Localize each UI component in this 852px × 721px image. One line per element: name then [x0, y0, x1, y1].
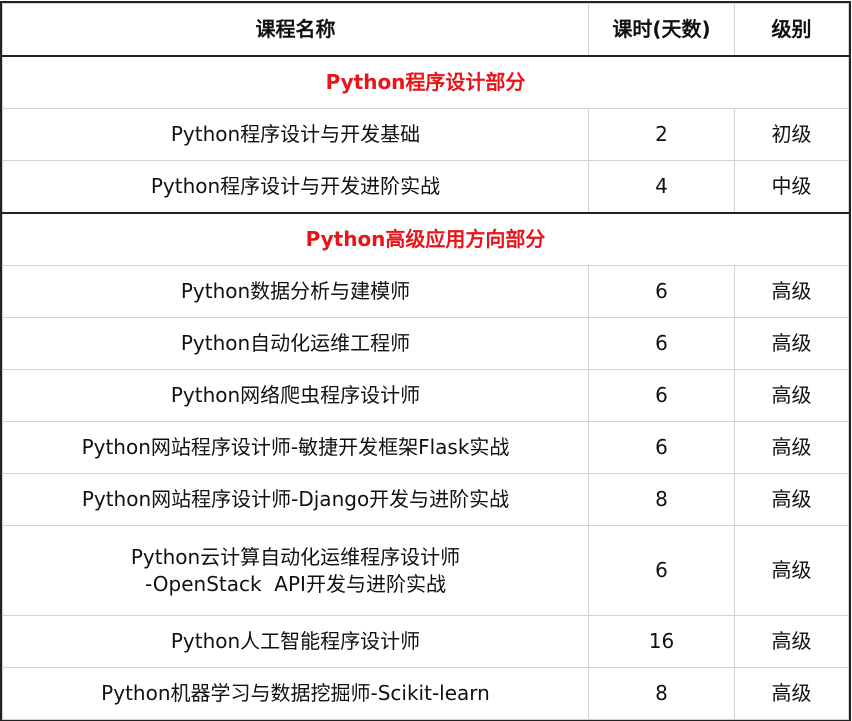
table-row: Python云计算自动化运维程序设计师 -OpenStack API开发与进阶实… — [2, 525, 849, 616]
table-row: Python网站程序设计师-Django开发与进阶实战 8 高级 — [2, 473, 849, 526]
course-name: Python云计算自动化运维程序设计师 -OpenStack API开发与进阶实… — [2, 525, 589, 616]
course-days: 6 — [588, 421, 735, 474]
table-row: Python网络爬虫程序设计师 6 高级 — [2, 369, 849, 422]
table-row: Python程序设计与开发基础 2 初级 — [2, 108, 849, 161]
table-row: Python数据分析与建模师 6 高级 — [2, 265, 849, 318]
course-name-line: -OpenStack API开发与进阶实战 — [145, 571, 446, 596]
course-days: 6 — [588, 265, 735, 318]
course-name: Python网络爬虫程序设计师 — [2, 369, 589, 422]
course-days: 8 — [588, 473, 735, 526]
course-name-line: Python程序设计与开发进阶实战 — [150, 174, 441, 198]
table-row: Python机器学习与数据挖掘师-Scikit-learn 8 高级 — [2, 667, 849, 720]
table-row: Python自动化运维工程师 6 高级 — [2, 317, 849, 370]
course-name-line: Python网络爬虫程序设计师 — [170, 383, 421, 407]
course-days: 8 — [588, 667, 735, 720]
course-name-line: Python网站程序设计师-Django开发与进阶实战 — [81, 487, 510, 511]
course-name: Python程序设计与开发基础 — [2, 108, 589, 161]
course-name-line: Python程序设计与开发基础 — [170, 122, 421, 146]
course-days: 6 — [588, 525, 735, 616]
course-name: Python网站程序设计师-Django开发与进阶实战 — [2, 473, 589, 526]
course-name: Python自动化运维工程师 — [2, 317, 589, 370]
course-table: 课程名称 课时(天数) 级别 Python程序设计部分 Python程序设计与开… — [0, 1, 851, 721]
course-level: 高级 — [734, 265, 849, 318]
course-name: Python程序设计与开发进阶实战 — [2, 160, 589, 214]
table-row: Python网站程序设计师-敏捷开发框架Flask实战 6 高级 — [2, 421, 849, 474]
course-days: 16 — [588, 615, 735, 668]
course-level: 高级 — [734, 615, 849, 668]
course-level: 初级 — [734, 108, 849, 161]
course-days: 6 — [588, 317, 735, 370]
header-days: 课时(天数) — [588, 3, 735, 57]
course-name-line: Python云计算自动化运维程序设计师 — [130, 544, 461, 569]
course-name-line: Python数据分析与建模师 — [180, 279, 411, 303]
course-level: 高级 — [734, 473, 849, 526]
course-name-line: Python自动化运维工程师 — [180, 331, 411, 355]
header-row: 课程名称 课时(天数) 级别 — [2, 3, 849, 57]
course-level: 高级 — [734, 525, 849, 616]
header-course-name: 课程名称 — [2, 3, 589, 57]
course-name: Python机器学习与数据挖掘师-Scikit-learn — [2, 667, 589, 720]
course-level: 高级 — [734, 421, 849, 474]
table-row: Python人工智能程序设计师 16 高级 — [2, 615, 849, 668]
course-name-line: Python人工智能程序设计师 — [170, 629, 421, 653]
course-level: 高级 — [734, 369, 849, 422]
section-row: Python程序设计部分 — [2, 55, 849, 109]
course-days: 2 — [588, 108, 735, 161]
course-name: Python人工智能程序设计师 — [2, 615, 589, 668]
course-days: 4 — [588, 160, 735, 214]
course-level: 高级 — [734, 317, 849, 370]
course-days: 6 — [588, 369, 735, 422]
section-title: Python高级应用方向部分 — [2, 212, 849, 266]
course-name-line: Python网站程序设计师-敏捷开发框架Flask实战 — [81, 435, 510, 459]
course-name-line: Python机器学习与数据挖掘师-Scikit-learn — [101, 681, 490, 705]
course-name: Python网站程序设计师-敏捷开发框架Flask实战 — [2, 421, 589, 474]
table-row: Python程序设计与开发进阶实战 4 中级 — [2, 160, 849, 214]
header-level: 级别 — [734, 3, 849, 57]
section-title: Python程序设计部分 — [2, 55, 849, 109]
course-level: 高级 — [734, 667, 849, 720]
section-row: Python高级应用方向部分 — [2, 212, 849, 266]
course-level: 中级 — [734, 160, 849, 214]
course-name: Python数据分析与建模师 — [2, 265, 589, 318]
